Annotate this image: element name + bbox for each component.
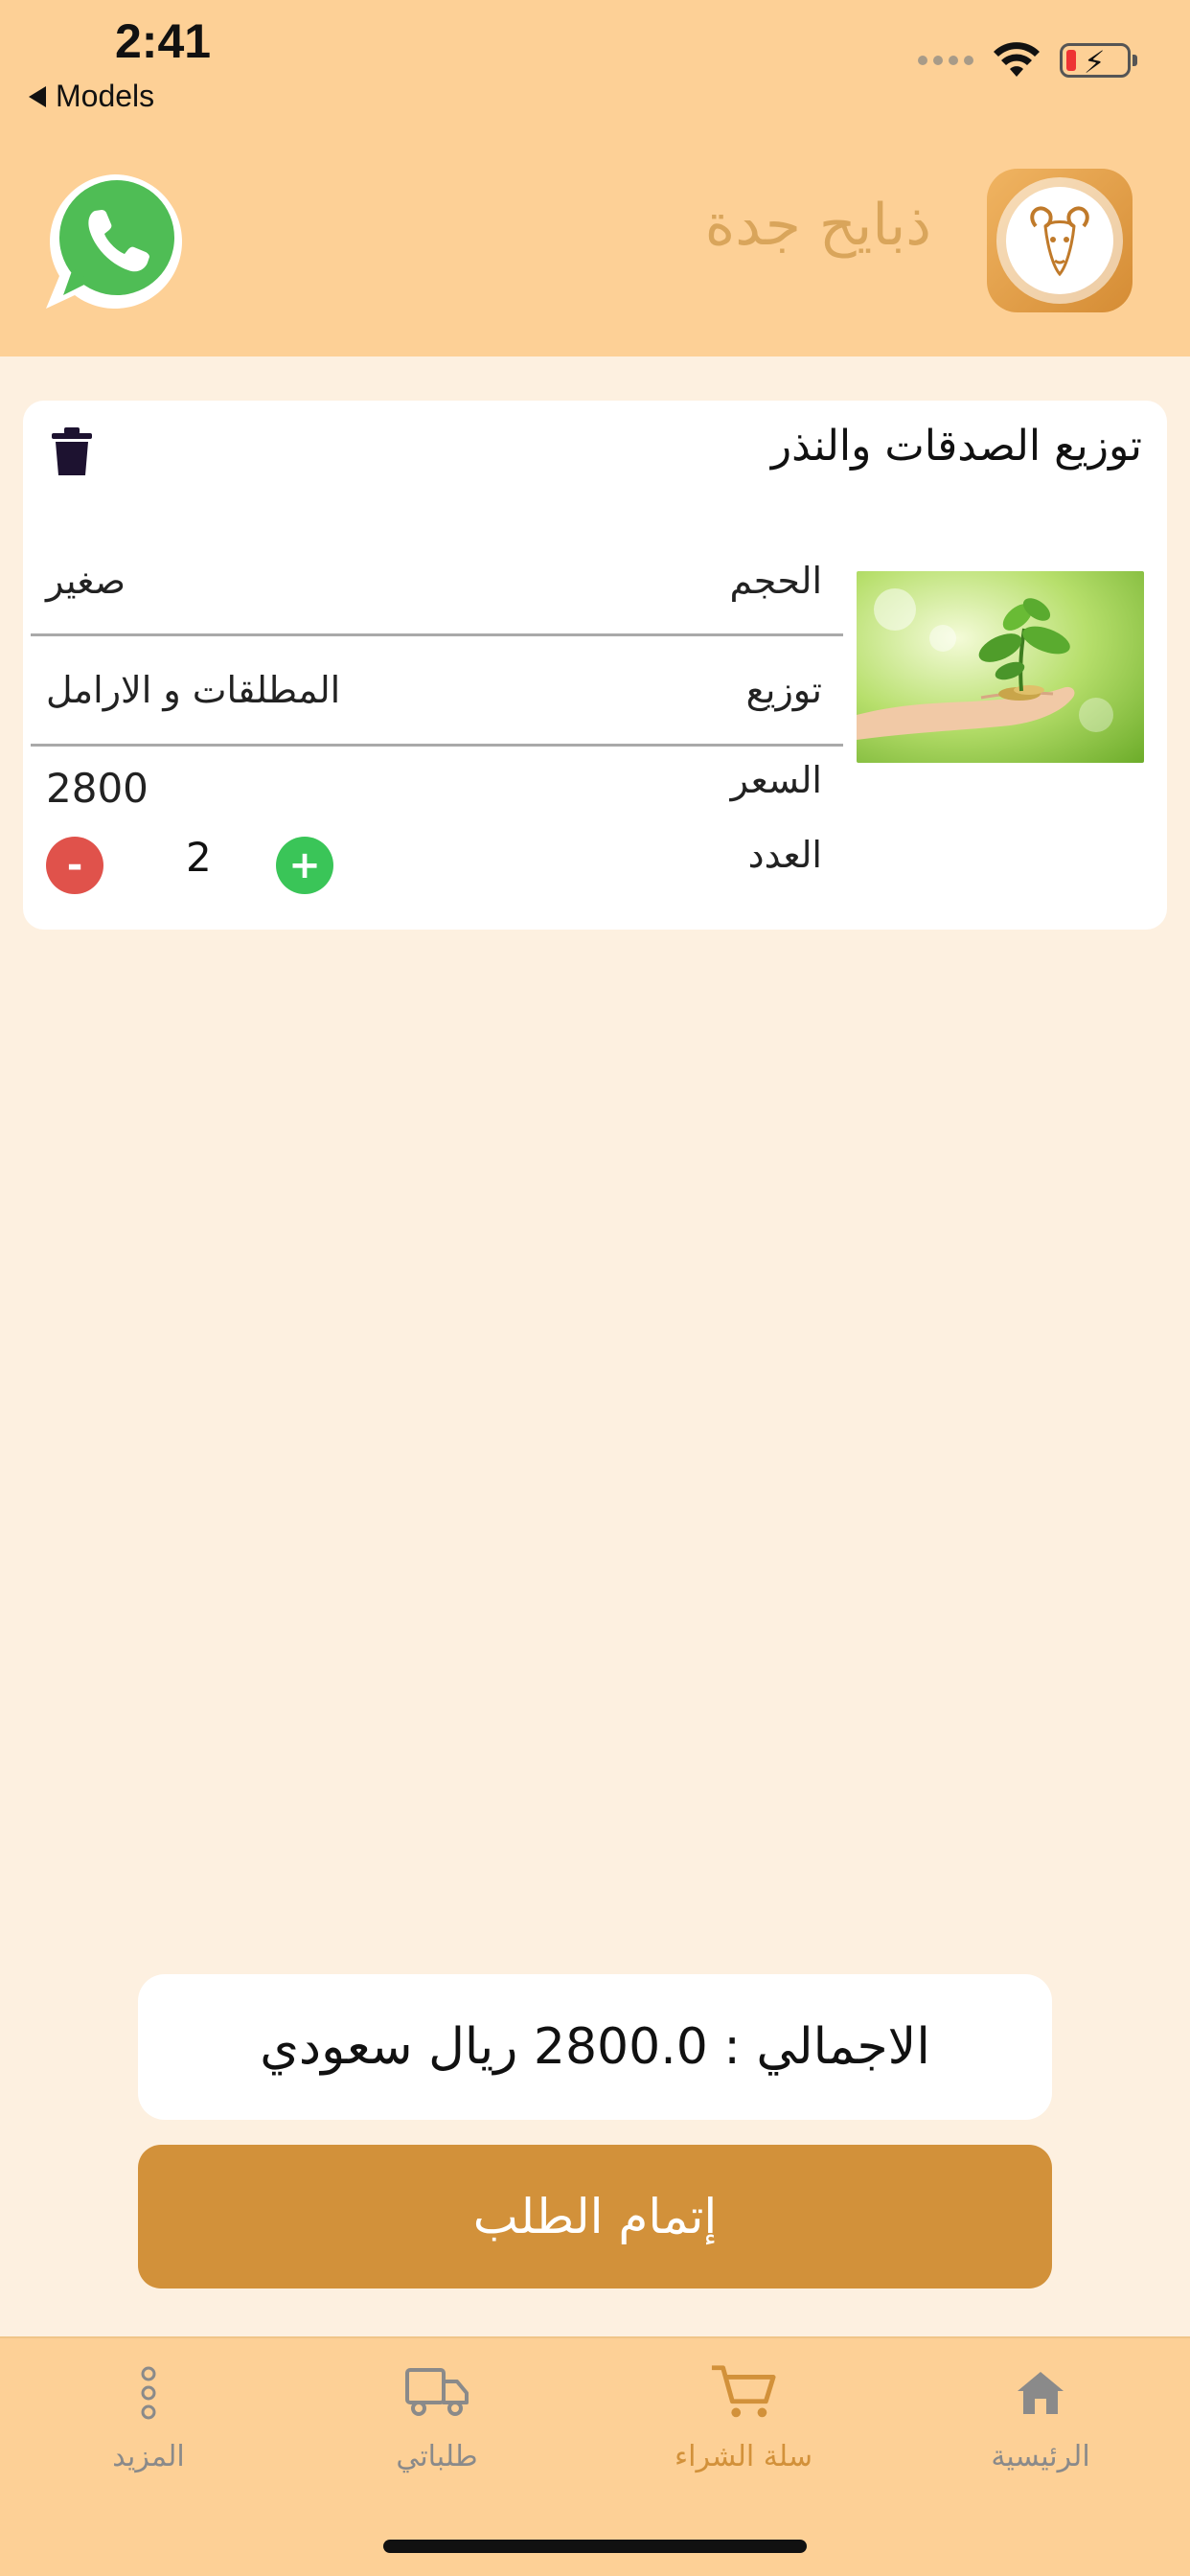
app-logo bbox=[987, 169, 1133, 312]
cart-icon bbox=[710, 2359, 777, 2426]
truck-icon bbox=[403, 2359, 470, 2426]
order-total: الاجمالي : 2800.0 ريال سعودي bbox=[138, 1974, 1052, 2120]
tab-label: سلة الشراء bbox=[675, 2440, 812, 2473]
price-value: 2800 bbox=[46, 765, 149, 812]
tab-label: طلباتي bbox=[396, 2440, 478, 2473]
status-time: 2:41 bbox=[115, 14, 212, 68]
ram-head-icon bbox=[1006, 187, 1113, 294]
battery-icon: ⚡ bbox=[1060, 43, 1137, 80]
cart-item-card: توزيع الصدقات والنذر الحجم صغير توزيع ال… bbox=[23, 401, 1167, 930]
wifi-icon bbox=[994, 42, 1040, 77]
tab-label: المزيد bbox=[112, 2440, 185, 2473]
product-image bbox=[857, 571, 1144, 763]
tab-more[interactable]: المزيد bbox=[53, 2359, 244, 2473]
size-value: صغير bbox=[46, 560, 126, 602]
back-arrow-icon bbox=[29, 85, 46, 107]
quantity-value: 2 bbox=[186, 834, 212, 881]
row-divider bbox=[31, 744, 843, 747]
tab-cart[interactable]: سلة الشراء bbox=[648, 2359, 839, 2473]
distribution-label: توزيع bbox=[745, 669, 822, 711]
decrease-quantity-button[interactable]: - bbox=[46, 837, 103, 894]
trash-icon[interactable] bbox=[50, 426, 94, 477]
quantity-label: العدد bbox=[747, 834, 822, 876]
row-divider bbox=[31, 633, 843, 636]
whatsapp-icon[interactable] bbox=[42, 169, 188, 314]
checkout-button[interactable]: إتمام الطلب bbox=[138, 2145, 1052, 2288]
header-bar: 2:41 Models ⚡ ذبايح جدة bbox=[0, 0, 1190, 356]
price-label: السعر bbox=[730, 759, 822, 801]
distribution-value: المطلقات و الارامل bbox=[46, 669, 341, 711]
tab-orders[interactable]: طلباتي bbox=[341, 2359, 533, 2473]
app-title: ذبايح جدة bbox=[704, 192, 931, 259]
tab-label: الرئيسية bbox=[991, 2440, 1090, 2473]
increase-quantity-button[interactable]: + bbox=[276, 837, 333, 894]
back-to-models-button[interactable]: Models bbox=[29, 79, 154, 114]
cellular-signal-icon bbox=[918, 56, 973, 65]
back-label: Models bbox=[56, 79, 155, 113]
cart-item-title: توزيع الصدقات والنذر bbox=[770, 422, 1142, 471]
home-icon bbox=[1007, 2359, 1074, 2426]
tab-home[interactable]: الرئيسية bbox=[945, 2359, 1136, 2473]
size-label: الحجم bbox=[729, 560, 822, 602]
status-icons: ⚡ bbox=[918, 42, 1137, 80]
order-total-text: الاجمالي : 2800.0 ريال سعودي bbox=[260, 2018, 930, 2076]
home-indicator bbox=[383, 2540, 807, 2553]
checkout-label: إتمام الطلب bbox=[472, 2189, 718, 2244]
more-icon bbox=[115, 2359, 182, 2426]
